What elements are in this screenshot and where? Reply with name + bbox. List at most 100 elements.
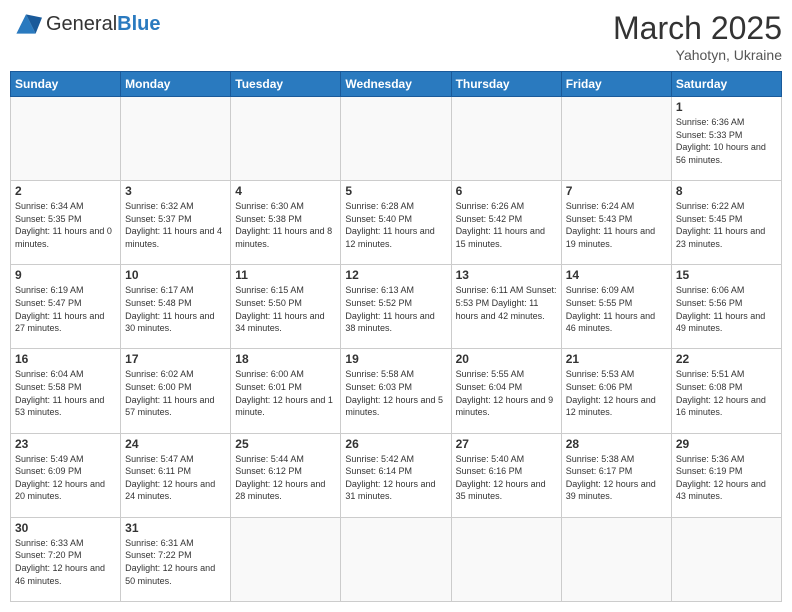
title-block: March 2025 Yahotyn, Ukraine bbox=[613, 10, 782, 63]
day-info: Sunrise: 5:58 AM Sunset: 6:03 PM Dayligh… bbox=[345, 368, 446, 418]
day-number: 24 bbox=[125, 437, 226, 451]
day-info: Sunrise: 6:11 AM Sunset: 5:53 PM Dayligh… bbox=[456, 284, 557, 322]
day-number: 11 bbox=[235, 268, 336, 282]
day-info: Sunrise: 6:24 AM Sunset: 5:43 PM Dayligh… bbox=[566, 200, 667, 250]
calendar-header-row: Sunday Monday Tuesday Wednesday Thursday… bbox=[11, 72, 782, 97]
calendar-week-1: 1 Sunrise: 6:36 AM Sunset: 5:33 PM Daylig… bbox=[11, 97, 782, 181]
calendar-cell-w6-d2: 31Sunrise: 6:31 AM Sunset: 7:22 PM Dayli… bbox=[121, 517, 231, 601]
calendar-cell-w2-d2: 3 Sunrise: 6:32 AM Sunset: 5:37 PM Daylig… bbox=[121, 181, 231, 265]
generalblue-logo-icon bbox=[10, 10, 42, 38]
calendar-cell-w4-d2: 17 Sunrise: 6:02 AM Sunset: 6:00 PM Dayli… bbox=[121, 349, 231, 433]
logo-general-text: General bbox=[46, 13, 117, 35]
calendar-cell-w5-d4: 26Sunrise: 5:42 AM Sunset: 6:14 PM Dayli… bbox=[341, 433, 451, 517]
day-number: 16 bbox=[15, 352, 116, 366]
calendar-cell-w1-d6 bbox=[561, 97, 671, 181]
day-number: 1 bbox=[676, 100, 777, 114]
day-number: 9 bbox=[15, 268, 116, 282]
calendar-cell-w4-d4: 19Sunrise: 5:58 AM Sunset: 6:03 PM Dayli… bbox=[341, 349, 451, 433]
day-info: Sunrise: 6:22 AM Sunset: 5:45 PM Dayligh… bbox=[676, 200, 777, 250]
header-saturday: Saturday bbox=[671, 72, 781, 97]
calendar-cell-w2-d7: 8Sunrise: 6:22 AM Sunset: 5:45 PM Daylig… bbox=[671, 181, 781, 265]
calendar-cell-w2-d1: 2Sunrise: 6:34 AM Sunset: 5:35 PM Daylig… bbox=[11, 181, 121, 265]
day-number: 23 bbox=[15, 437, 116, 451]
calendar-cell-w5-d5: 27 Sunrise: 5:40 AM Sunset: 6:16 PM Dayli… bbox=[451, 433, 561, 517]
day-info: Sunrise: 6:33 AM Sunset: 7:20 PM Dayligh… bbox=[15, 537, 116, 587]
day-number: 20 bbox=[456, 352, 557, 366]
day-info: Sunrise: 6:06 AM Sunset: 5:56 PM Dayligh… bbox=[676, 284, 777, 334]
day-info: Sunrise: 6:19 AM Sunset: 5:47 PM Dayligh… bbox=[15, 284, 116, 334]
day-info: Sunrise: 6:36 AM Sunset: 5:33 PM Dayligh… bbox=[676, 116, 777, 166]
calendar-cell-w4-d1: 16Sunrise: 6:04 AM Sunset: 5:58 PM Dayli… bbox=[11, 349, 121, 433]
calendar-cell-w2-d3: 4Sunrise: 6:30 AM Sunset: 5:38 PM Daylig… bbox=[231, 181, 341, 265]
day-info: Sunrise: 6:13 AM Sunset: 5:52 PM Dayligh… bbox=[345, 284, 446, 334]
day-info: Sunrise: 5:44 AM Sunset: 6:12 PM Dayligh… bbox=[235, 453, 336, 503]
calendar-cell-w6-d5 bbox=[451, 517, 561, 601]
day-info: Sunrise: 6:17 AM Sunset: 5:48 PM Dayligh… bbox=[125, 284, 226, 334]
calendar-cell-w5-d2: 24 Sunrise: 5:47 AM Sunset: 6:11 PM Dayli… bbox=[121, 433, 231, 517]
header-friday: Friday bbox=[561, 72, 671, 97]
day-info: Sunrise: 6:02 AM Sunset: 6:00 PM Dayligh… bbox=[125, 368, 226, 418]
day-number: 10 bbox=[125, 268, 226, 282]
header-tuesday: Tuesday bbox=[231, 72, 341, 97]
day-number: 17 bbox=[125, 352, 226, 366]
calendar-cell-w3-d1: 9 Sunrise: 6:19 AM Sunset: 5:47 PM Daylig… bbox=[11, 265, 121, 349]
calendar-cell-w3-d6: 14Sunrise: 6:09 AM Sunset: 5:55 PM Dayli… bbox=[561, 265, 671, 349]
day-number: 12 bbox=[345, 268, 446, 282]
calendar-cell-w5-d3: 25 Sunrise: 5:44 AM Sunset: 6:12 PM Dayli… bbox=[231, 433, 341, 517]
calendar-week-6: 30Sunrise: 6:33 AM Sunset: 7:20 PM Dayli… bbox=[11, 517, 782, 601]
logo-blue-text: Blue bbox=[117, 13, 160, 35]
day-info: Sunrise: 5:51 AM Sunset: 6:08 PM Dayligh… bbox=[676, 368, 777, 418]
day-number: 21 bbox=[566, 352, 667, 366]
calendar-cell-w6-d7 bbox=[671, 517, 781, 601]
day-number: 6 bbox=[456, 184, 557, 198]
day-number: 25 bbox=[235, 437, 336, 451]
day-number: 3 bbox=[125, 184, 226, 198]
day-info: Sunrise: 6:15 AM Sunset: 5:50 PM Dayligh… bbox=[235, 284, 336, 334]
day-number: 27 bbox=[456, 437, 557, 451]
calendar-cell-w4-d3: 18Sunrise: 6:00 AM Sunset: 6:01 PM Dayli… bbox=[231, 349, 341, 433]
header-sunday: Sunday bbox=[11, 72, 121, 97]
calendar-cell-w4-d7: 22 Sunrise: 5:51 AM Sunset: 6:08 PM Dayli… bbox=[671, 349, 781, 433]
day-info: Sunrise: 6:32 AM Sunset: 5:37 PM Dayligh… bbox=[125, 200, 226, 250]
calendar-cell-w6-d3 bbox=[231, 517, 341, 601]
calendar-cell-w5-d7: 29 Sunrise: 5:36 AM Sunset: 6:19 PM Dayli… bbox=[671, 433, 781, 517]
day-number: 5 bbox=[345, 184, 446, 198]
calendar-cell-w1-d2 bbox=[121, 97, 231, 181]
calendar-cell-w6-d4 bbox=[341, 517, 451, 601]
calendar-cell-w2-d4: 5 Sunrise: 6:28 AM Sunset: 5:40 PM Daylig… bbox=[341, 181, 451, 265]
day-info: Sunrise: 6:28 AM Sunset: 5:40 PM Dayligh… bbox=[345, 200, 446, 250]
day-info: Sunrise: 5:38 AM Sunset: 6:17 PM Dayligh… bbox=[566, 453, 667, 503]
day-info: Sunrise: 5:53 AM Sunset: 6:06 PM Dayligh… bbox=[566, 368, 667, 418]
calendar-week-4: 16Sunrise: 6:04 AM Sunset: 5:58 PM Dayli… bbox=[11, 349, 782, 433]
day-info: Sunrise: 5:47 AM Sunset: 6:11 PM Dayligh… bbox=[125, 453, 226, 503]
day-number: 4 bbox=[235, 184, 336, 198]
calendar-cell-w3-d3: 11 Sunrise: 6:15 AM Sunset: 5:50 PM Dayli… bbox=[231, 265, 341, 349]
calendar-cell-w1-d5 bbox=[451, 97, 561, 181]
day-number: 22 bbox=[676, 352, 777, 366]
logo: GeneralBlue bbox=[10, 10, 161, 38]
calendar-week-5: 23Sunrise: 5:49 AM Sunset: 6:09 PM Dayli… bbox=[11, 433, 782, 517]
day-info: Sunrise: 6:00 AM Sunset: 6:01 PM Dayligh… bbox=[235, 368, 336, 418]
calendar-cell-w4-d5: 20 Sunrise: 5:55 AM Sunset: 6:04 PM Dayli… bbox=[451, 349, 561, 433]
header-wednesday: Wednesday bbox=[341, 72, 451, 97]
day-number: 28 bbox=[566, 437, 667, 451]
calendar-week-2: 2Sunrise: 6:34 AM Sunset: 5:35 PM Daylig… bbox=[11, 181, 782, 265]
day-info: Sunrise: 5:40 AM Sunset: 6:16 PM Dayligh… bbox=[456, 453, 557, 503]
day-info: Sunrise: 5:36 AM Sunset: 6:19 PM Dayligh… bbox=[676, 453, 777, 503]
day-number: 2 bbox=[15, 184, 116, 198]
calendar-cell-w2-d6: 7Sunrise: 6:24 AM Sunset: 5:43 PM Daylig… bbox=[561, 181, 671, 265]
calendar-cell-w1-d4 bbox=[341, 97, 451, 181]
day-number: 31 bbox=[125, 521, 226, 535]
header: GeneralBlue March 2025 Yahotyn, Ukraine bbox=[10, 10, 782, 63]
calendar-cell-w3-d5: 13Sunrise: 6:11 AM Sunset: 5:53 PM Dayli… bbox=[451, 265, 561, 349]
calendar-table: Sunday Monday Tuesday Wednesday Thursday… bbox=[10, 71, 782, 602]
day-number: 26 bbox=[345, 437, 446, 451]
calendar-cell-w2-d5: 6Sunrise: 6:26 AM Sunset: 5:42 PM Daylig… bbox=[451, 181, 561, 265]
calendar-cell-w1-d7: 1 Sunrise: 6:36 AM Sunset: 5:33 PM Daylig… bbox=[671, 97, 781, 181]
calendar-cell-w6-d1: 30Sunrise: 6:33 AM Sunset: 7:20 PM Dayli… bbox=[11, 517, 121, 601]
calendar-cell-w3-d7: 15Sunrise: 6:06 AM Sunset: 5:56 PM Dayli… bbox=[671, 265, 781, 349]
day-number: 29 bbox=[676, 437, 777, 451]
day-number: 14 bbox=[566, 268, 667, 282]
calendar-cell-w1-d1 bbox=[11, 97, 121, 181]
day-info: Sunrise: 5:55 AM Sunset: 6:04 PM Dayligh… bbox=[456, 368, 557, 418]
